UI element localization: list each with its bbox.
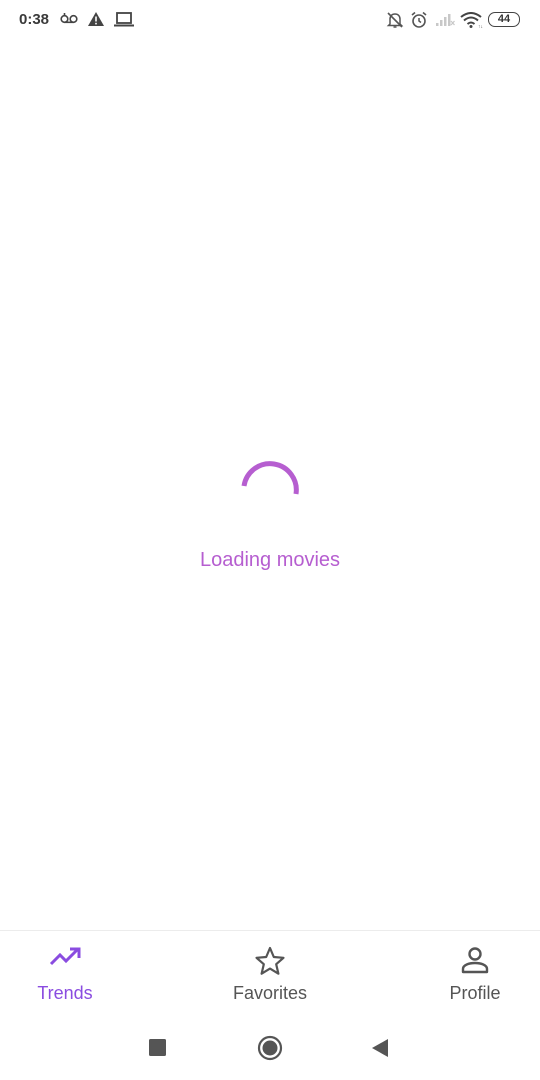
- nav-item-profile[interactable]: Profile: [405, 931, 540, 1015]
- home-circle-icon[interactable]: [257, 1035, 283, 1061]
- warning-icon: [88, 12, 104, 26]
- notifications-off-icon: [386, 12, 404, 28]
- status-time: 0:38: [19, 11, 50, 28]
- bottom-navigation: Trends Favorites Profile: [0, 930, 540, 1014]
- svg-text:↑↓: ↑↓: [478, 24, 483, 28]
- alarm-icon: [411, 11, 427, 28]
- back-triangle-icon[interactable]: [371, 1038, 389, 1058]
- trending-up-icon: [49, 947, 81, 966]
- laptop-icon: [114, 12, 134, 27]
- nav-label-trends: Trends: [37, 983, 93, 1003]
- nav-item-trends[interactable]: Trends: [0, 931, 135, 1015]
- nav-label-profile: Profile: [449, 983, 501, 1003]
- signal-icon: [436, 14, 455, 26]
- loading-text: Loading movies: [199, 549, 341, 571]
- loading-spinner-icon: [241, 461, 299, 495]
- star-outline-icon: [255, 946, 285, 975]
- nav-label-favorites: Favorites: [232, 983, 308, 1003]
- wifi-icon: ↑↓: [460, 12, 483, 28]
- person-outline-icon: [461, 947, 489, 974]
- recents-square-icon[interactable]: [149, 1039, 166, 1056]
- status-bar: 0:38 ↑↓ 44: [0, 0, 540, 40]
- voicemail-icon: [60, 13, 78, 24]
- system-navigation-bar: [0, 1014, 540, 1080]
- nav-item-favorites[interactable]: Favorites: [200, 931, 340, 1015]
- battery-icon: 44: [488, 12, 520, 27]
